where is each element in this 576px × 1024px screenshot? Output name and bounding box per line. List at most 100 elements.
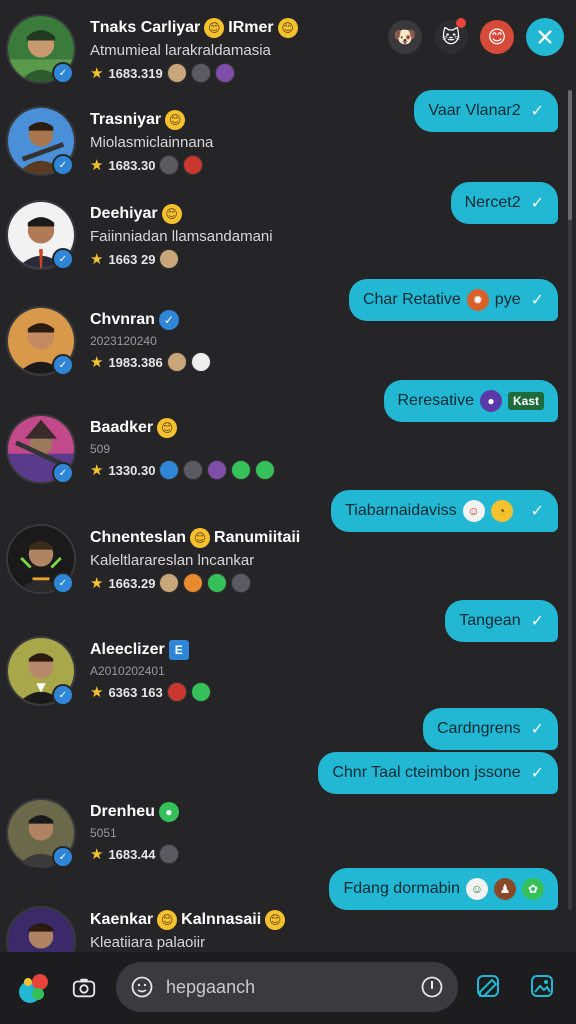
camera-icon — [72, 978, 96, 998]
message-tag: Kast — [507, 392, 544, 410]
contact-name: Kaenkar — [90, 911, 154, 928]
message-bubble[interactable]: Char Retative ✹ pye ✓ — [348, 279, 558, 321]
sun-emoji-icon: ✹ — [466, 289, 489, 311]
contact-name: Trasniyar — [90, 111, 162, 128]
contact-name-suffix: IRmer — [228, 19, 274, 36]
contact-subtitle: A2010202401 — [90, 664, 165, 678]
contact-row[interactable]: ✓ Chvnran ✓ 2023120240 ★ 1983.386 — [6, 306, 326, 382]
mini-avatar — [159, 844, 180, 864]
contact-row[interactable]: ✓ Baadker 😊 509 ★ 1330.30 — [6, 414, 326, 490]
message-bubble[interactable]: Fdang dormabin ☺ ♟ ✿ — [329, 868, 558, 910]
message-text: Fdang dormabin — [343, 880, 460, 897]
contact-subtitle: 509 — [90, 442, 111, 456]
contact-name: Aleeclizer — [90, 641, 165, 658]
avatar — [6, 906, 76, 958]
contact-row[interactable]: ✓ Aleeclizer E A2010202401 ★ 6363 163 — [6, 636, 326, 712]
emoji-icon: 😊 — [161, 204, 182, 224]
star-icon: ★ — [90, 354, 104, 371]
close-icon — [538, 30, 552, 44]
message-text: Chnr Taal cteimbon jssone — [332, 764, 521, 781]
message-bubble[interactable]: Nercet2 ✓ — [450, 182, 558, 224]
check-icon: ✓ — [530, 292, 544, 309]
mini-avatar — [190, 352, 211, 372]
face-icon[interactable]: 😊 — [480, 20, 514, 54]
contact-subtitle: Atmumieal larakraldamasia — [90, 42, 271, 59]
emoji-icon: 😊 — [265, 910, 286, 930]
contact-name-suffix: Kalnnasaii — [181, 911, 262, 928]
message-bubble[interactable]: Tangean ✓ — [445, 600, 558, 642]
star-icon: ★ — [90, 575, 104, 592]
emoji-icon: 😊 — [190, 528, 211, 548]
sticker-icon[interactable]: 🐶 — [388, 20, 422, 54]
check-icon: ✓ — [530, 195, 544, 212]
chat-list-screen: 🐶 🐱 😊 ✓ Tnaks Carliyar 😊 IRmer 😊 Atmumieal … — [0, 0, 576, 1024]
mini-avatar — [183, 155, 204, 175]
contact-row[interactable]: ✓ Deehiyar 😊 Faiinniadan llamsandamani ★ 1… — [6, 200, 326, 276]
gallery-button[interactable] — [528, 972, 560, 1004]
verified-badge: ✓ — [52, 62, 74, 84]
emoji-icon: 😊 — [157, 910, 178, 930]
contact-stat: 1683.319 — [108, 65, 163, 81]
message-extra: pye — [494, 291, 521, 308]
message-bubble[interactable]: Chnr Taal cteimbon jssone ✓ — [318, 752, 558, 794]
search-bar[interactable] — [116, 962, 458, 1012]
verified-icon: ✓ — [158, 310, 179, 330]
mini-avatar — [231, 460, 252, 480]
contact-row[interactable]: ✓ Trasniyar 😊 Miolasmiclainnana ★ 1683.30 — [6, 106, 326, 182]
star-icon: ★ — [90, 65, 104, 82]
mini-avatar — [207, 460, 228, 480]
message-text: Reresative — [397, 392, 474, 409]
mini-avatar — [255, 460, 276, 480]
image-icon — [531, 975, 553, 997]
contact-stat: 1983.386 — [108, 354, 163, 370]
contact-stat: 1683.30 — [108, 157, 156, 173]
contact-name: Baadker — [90, 419, 154, 436]
mini-avatar — [159, 249, 180, 269]
message-text: Cardngrens — [436, 720, 521, 737]
message-bubble[interactable]: Cardngrens ✓ — [422, 708, 558, 750]
message-text: Nercet2 — [464, 194, 521, 211]
mini-avatar — [159, 155, 180, 175]
contact-name: Chnenteslan — [90, 529, 187, 546]
emoji-icon: 😊 — [157, 418, 178, 438]
mini-avatar — [166, 352, 187, 372]
emoji-icon: ● — [158, 802, 179, 822]
mini-avatar — [214, 63, 235, 83]
mini-avatar — [190, 682, 211, 702]
camera-button[interactable] — [68, 972, 100, 1004]
smiley-icon[interactable] — [130, 975, 154, 999]
contact-row[interactable]: Kaenkar 😊 Kalnnasaii 😊 Kleatiiara palaoiir — [6, 906, 326, 958]
check-icon: ✓ — [530, 613, 544, 630]
contact-row[interactable]: ✓ Drenheu ● 5051 ★ 1683.44 — [6, 798, 326, 874]
contact-name: Tnaks Carliyar — [90, 19, 201, 36]
edit-icon — [477, 975, 499, 997]
scrollbar[interactable] — [568, 90, 572, 910]
message-bubble[interactable]: Tiabarnaidaviss ☺ ◔ ✓ — [331, 490, 558, 532]
contact-subtitle: Miolasmiclainnana — [90, 134, 214, 151]
clock-emoji-icon: ◔ — [490, 500, 513, 522]
check-icon: ✓ — [530, 721, 544, 738]
close-button[interactable] — [526, 18, 564, 56]
scrollbar-thumb[interactable] — [568, 90, 572, 220]
contact-stat: 1663.29 — [108, 575, 156, 591]
contact-subtitle: Kaleltlarareslan lncankar — [90, 552, 255, 569]
emoji-icon: 😊 — [204, 18, 225, 38]
star-icon: ★ — [90, 251, 104, 268]
app-logo-icon[interactable] — [14, 968, 54, 1008]
star-icon: ★ — [90, 157, 104, 174]
contact-name: Drenheu — [90, 803, 155, 820]
compose-button[interactable] — [474, 972, 506, 1004]
contact-row[interactable]: ✓ Tnaks Carliyar 😊 IRmer 😊 Atmumieal larakr… — [6, 14, 326, 90]
plant-emoji-icon: ✿ — [522, 878, 544, 900]
star-icon: ★ — [90, 462, 104, 479]
message-bubble[interactable]: Reresative ● Kast — [383, 380, 558, 422]
cat-icon[interactable]: 🐱 — [434, 18, 468, 54]
emoji-icon: 😊 — [277, 18, 298, 38]
contact-row[interactable]: ✓ Chnenteslan 😊 Ranumiitaii Kaleltlararesl… — [6, 524, 326, 600]
badge-icon: E — [168, 640, 189, 660]
search-input[interactable] — [166, 976, 420, 998]
message-bubble[interactable]: Vaar Vlanar2 ✓ — [414, 90, 558, 132]
verified-badge: ✓ — [52, 846, 74, 868]
emoji-icon: 😊 — [165, 110, 186, 130]
info-icon[interactable] — [420, 975, 444, 999]
